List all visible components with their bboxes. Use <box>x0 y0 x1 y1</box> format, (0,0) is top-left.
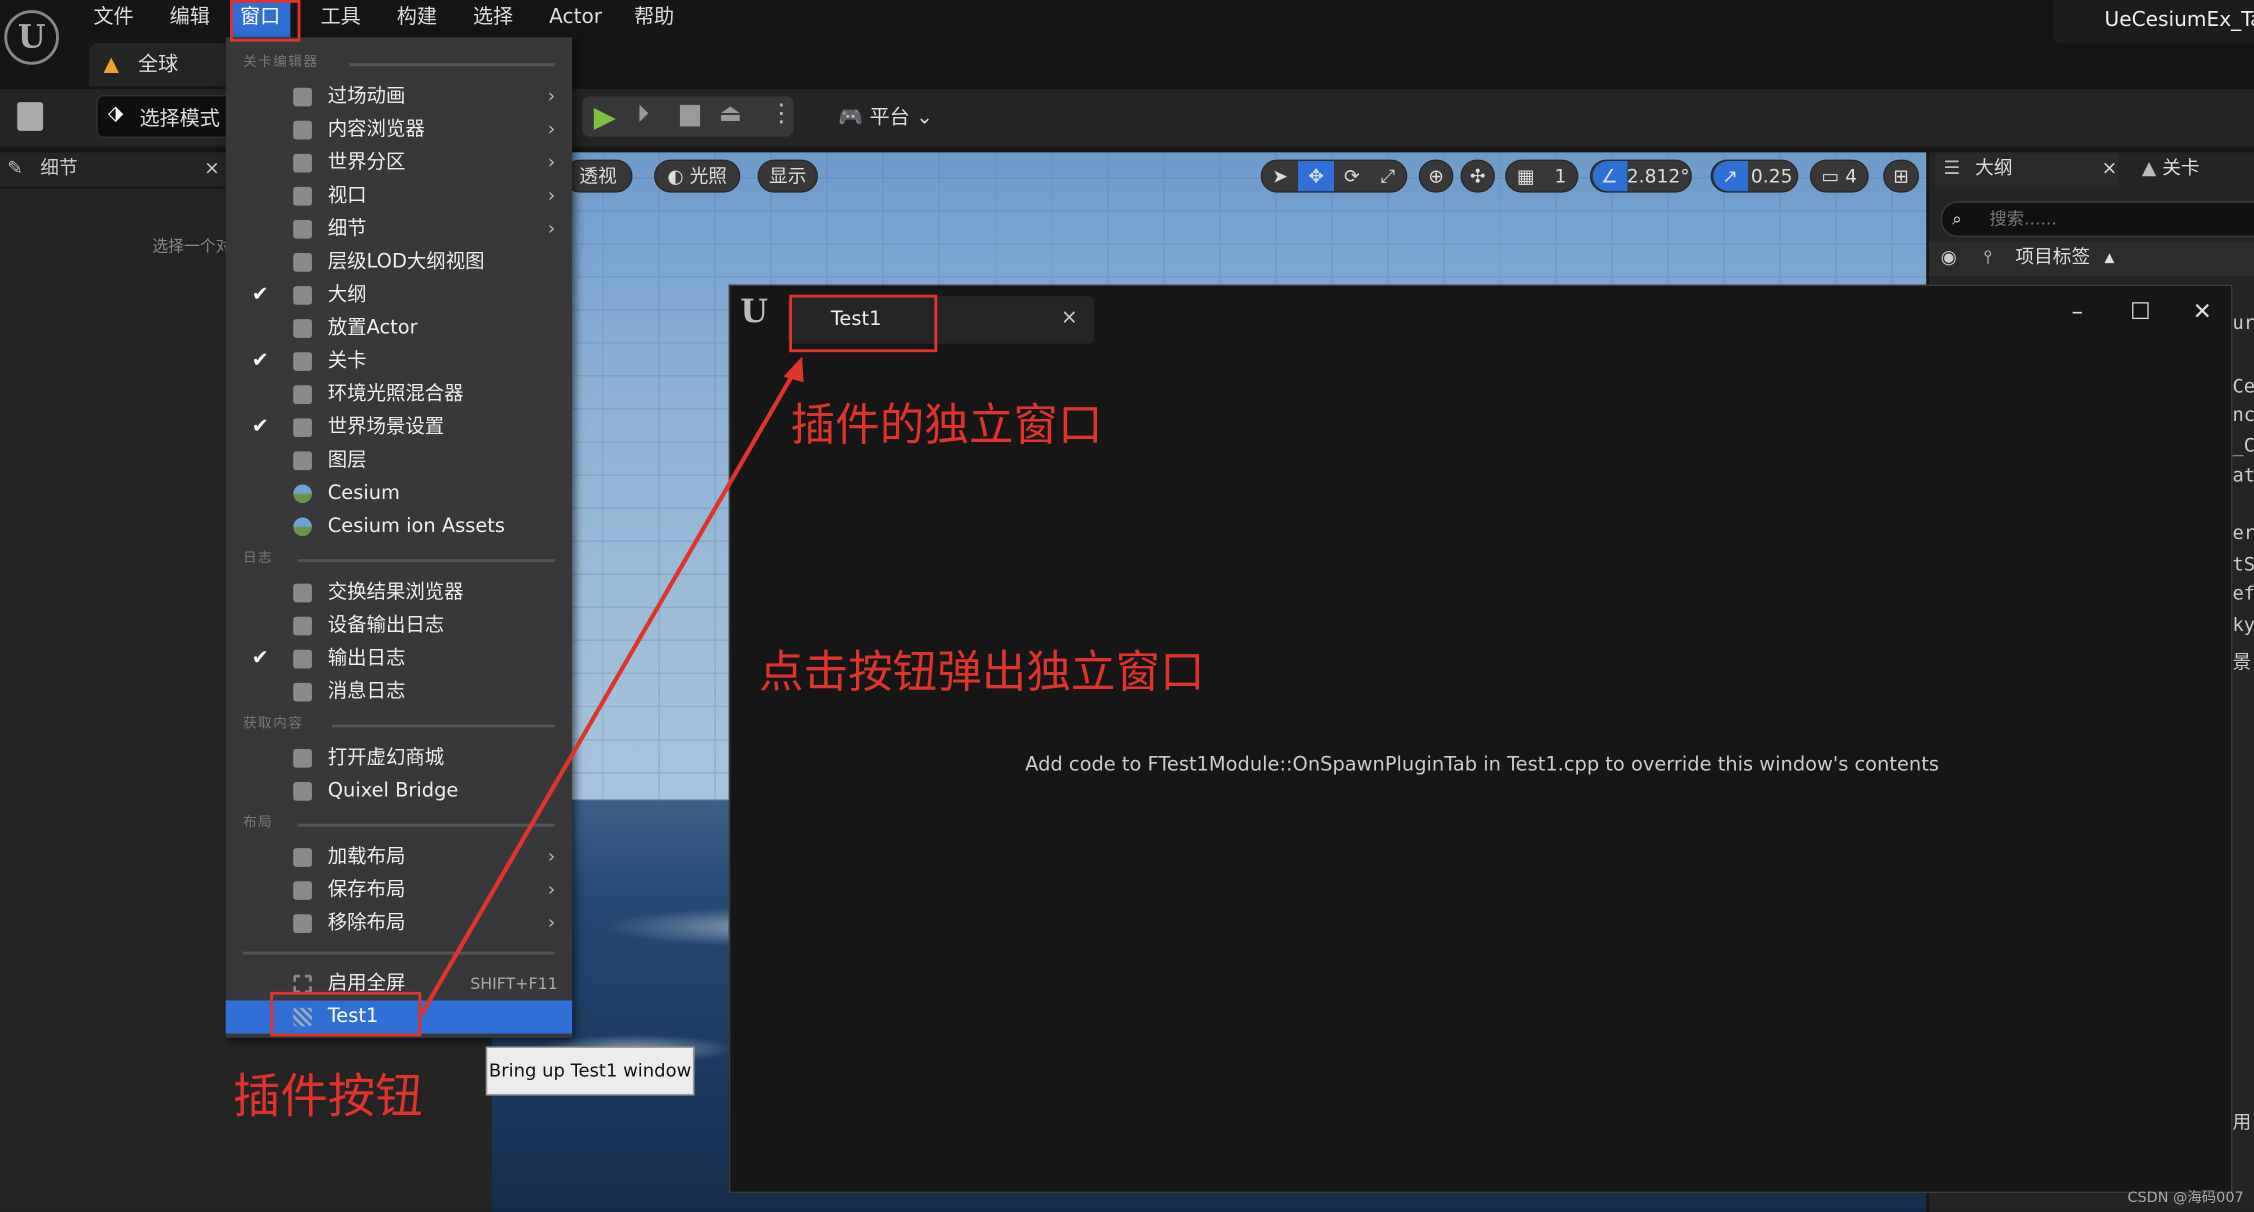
annotation-arrow <box>419 356 804 1016</box>
annotation-window-label: 插件的独立窗口 <box>790 399 1103 452</box>
annotation-click-label: 点击按钮弹出独立窗口 <box>759 646 1205 699</box>
watermark: CSDN @海码007 <box>2127 1190 2244 1207</box>
annotation-button-label: 插件按钮 <box>232 1068 423 1125</box>
